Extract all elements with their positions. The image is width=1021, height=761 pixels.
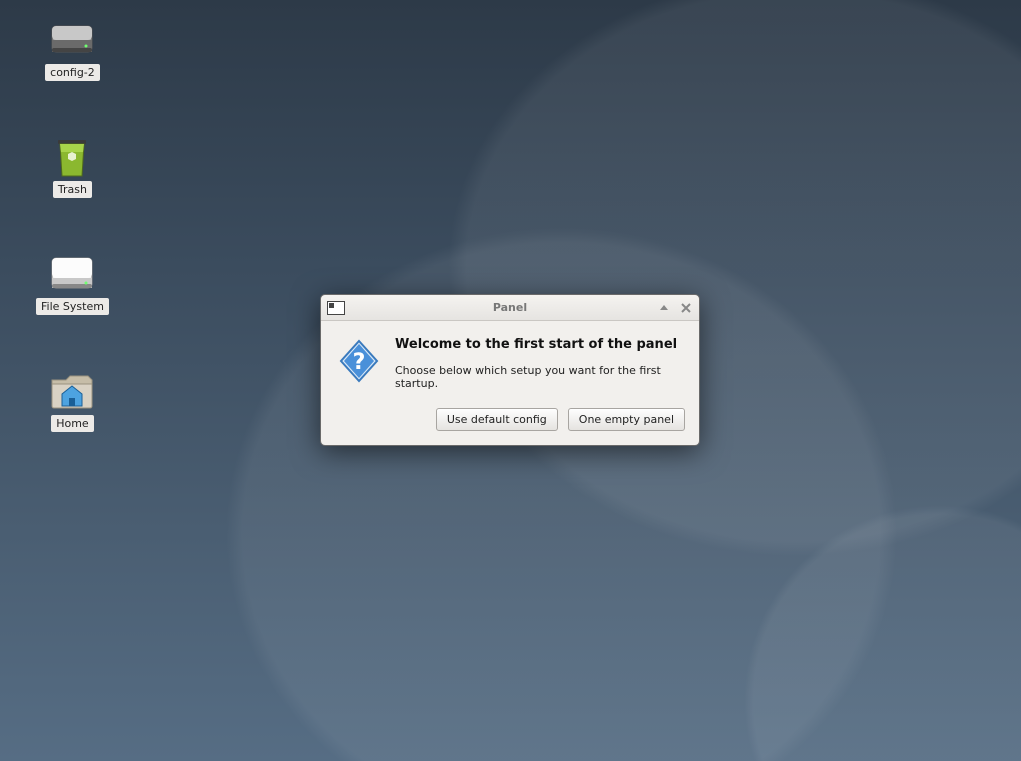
svg-text:?: ?: [353, 350, 366, 375]
desktop-icon-file-system[interactable]: File System: [36, 256, 109, 315]
dialog-titlebar[interactable]: Panel: [321, 295, 699, 321]
dialog-heading: Welcome to the first start of the panel: [395, 337, 683, 352]
dialog-title: Panel: [321, 301, 699, 314]
desktop-icon-home[interactable]: Home: [50, 373, 94, 432]
desktop-icon-label: File System: [36, 298, 109, 315]
filesystem-icon: [50, 256, 94, 292]
question-icon: ?: [337, 339, 381, 383]
trash-icon: [50, 139, 94, 175]
dialog-body: ? Welcome to the first start of the pane…: [321, 321, 699, 398]
window-controls: [657, 301, 693, 315]
drive-icon: [50, 22, 94, 58]
window-close-button[interactable]: [679, 301, 693, 315]
dialog-subtext: Choose below which setup you want for th…: [395, 364, 683, 390]
use-default-config-button[interactable]: Use default config: [436, 408, 558, 431]
window-shade-button[interactable]: [657, 301, 671, 315]
desktop-icon-label: Home: [51, 415, 93, 432]
dialog-text: Welcome to the first start of the panel …: [395, 337, 683, 390]
one-empty-panel-button[interactable]: One empty panel: [568, 408, 685, 431]
home-folder-icon: [50, 373, 94, 409]
desktop-icon-label: Trash: [53, 181, 92, 198]
desktop-icon-trash[interactable]: Trash: [50, 139, 94, 198]
desktop-icons-area: config-2 Trash File System: [36, 22, 109, 432]
window-menu-icon[interactable]: [327, 301, 345, 315]
dialog-button-row: Use default config One empty panel: [321, 398, 699, 445]
desktop-icon-config-2[interactable]: config-2: [45, 22, 100, 81]
panel-first-start-dialog: Panel ? Welcome to the first start of th…: [320, 294, 700, 446]
desktop-icon-label: config-2: [45, 64, 100, 81]
